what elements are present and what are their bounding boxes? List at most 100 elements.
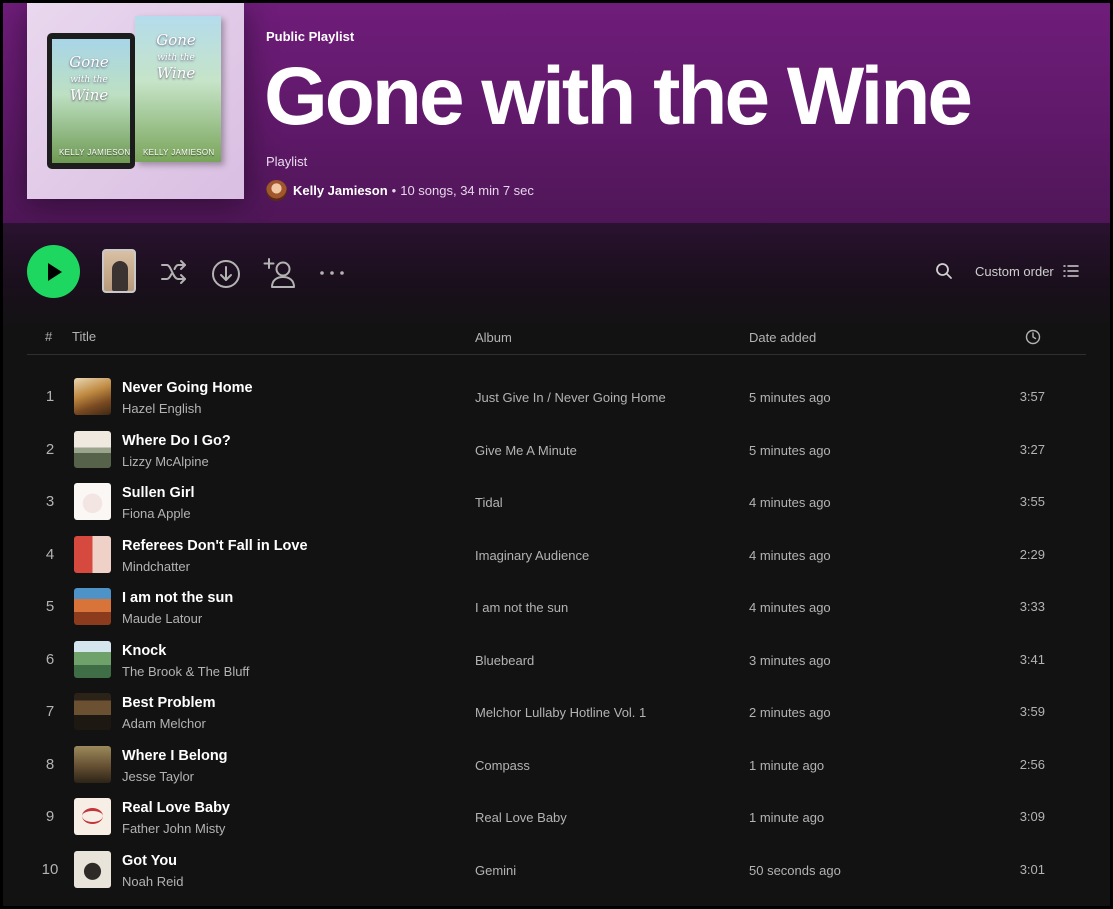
track-title-link[interactable]: Sullen Girl bbox=[122, 485, 195, 501]
download-button[interactable] bbox=[211, 259, 241, 289]
track-artist-link[interactable]: Hazel English bbox=[122, 401, 202, 416]
column-header-number: # bbox=[45, 329, 53, 344]
play-icon bbox=[48, 263, 62, 281]
track-artist-link[interactable]: Father John Misty bbox=[122, 821, 225, 836]
playlist-header: Gone with the Wine Gone with the Wine KE… bbox=[3, 3, 1110, 223]
track-album-link[interactable]: Compass bbox=[475, 758, 530, 773]
track-duration: 3:09 bbox=[1019, 809, 1045, 824]
track-date-added: 4 minutes ago bbox=[749, 547, 831, 563]
cover-title-text: Gone with the Wine bbox=[69, 53, 109, 104]
track-row[interactable]: 6 Knock The Brook & The Bluff Bluebeard 3 mi… bbox=[27, 634, 1086, 687]
track-number: 5 bbox=[45, 598, 55, 615]
track-row[interactable]: 9 Real Love Baby Father John Misty Real Lov… bbox=[27, 791, 1086, 844]
track-artist-link[interactable]: Lizzy McAlpine bbox=[122, 454, 209, 469]
album-art-thumbnail bbox=[74, 693, 111, 730]
album-art-thumbnail bbox=[74, 378, 111, 415]
column-header-title[interactable]: Title bbox=[72, 329, 96, 344]
playlist-title[interactable]: Gone with the Wine bbox=[264, 49, 973, 145]
track-date-added: 1 minute ago bbox=[749, 810, 825, 825]
track-duration: 2:56 bbox=[1019, 756, 1045, 772]
track-number: 4 bbox=[45, 545, 55, 563]
action-bar: Custom order bbox=[3, 223, 1110, 323]
track-duration: 3:55 bbox=[1019, 494, 1045, 509]
track-title-link[interactable]: Knock bbox=[122, 643, 166, 659]
track-album-link[interactable]: Melchor Lullaby Hotline Vol. 1 bbox=[475, 705, 646, 720]
track-artist-link[interactable]: Noah Reid bbox=[122, 874, 183, 889]
track-duration: 2:29 bbox=[1019, 546, 1045, 562]
column-header-date-added[interactable]: Date added bbox=[749, 330, 816, 345]
track-row[interactable]: 2 Where Do I Go? Lizzy McAlpine Give Me A M… bbox=[27, 424, 1086, 477]
track-row[interactable]: 8 Where I Belong Jesse Taylor Compass 1 minu… bbox=[27, 739, 1086, 792]
playlist-stats: 10 songs, 34 min 7 sec bbox=[400, 182, 534, 198]
album-art-thumbnail bbox=[74, 535, 111, 573]
track-artist-link[interactable]: Jesse Taylor bbox=[122, 769, 194, 784]
album-art-thumbnail bbox=[74, 850, 111, 888]
track-title-link[interactable]: Best Problem bbox=[122, 695, 215, 711]
track-album-link[interactable]: Gemini bbox=[475, 863, 516, 878]
more-icon bbox=[320, 271, 344, 275]
track-album-link[interactable]: Real Love Baby bbox=[475, 810, 567, 825]
track-artist-link[interactable]: Fiona Apple bbox=[122, 506, 191, 521]
album-art-thumbnail bbox=[74, 483, 111, 520]
clock-icon bbox=[1025, 329, 1041, 345]
download-icon bbox=[212, 260, 240, 288]
track-number: 6 bbox=[45, 650, 55, 668]
sort-order-button[interactable]: Custom order bbox=[975, 261, 1079, 281]
track-duration: 3:59 bbox=[1019, 704, 1045, 719]
track-number: 3 bbox=[45, 493, 55, 510]
play-button[interactable] bbox=[27, 245, 80, 298]
track-artist-link[interactable]: Adam Melchor bbox=[122, 716, 206, 731]
track-row[interactable]: 4 Referees Don't Fall in Love Mindchatter I… bbox=[27, 529, 1086, 582]
track-album-link[interactable]: Imaginary Audience bbox=[475, 548, 589, 563]
invite-collaborator-button[interactable] bbox=[263, 257, 297, 289]
track-duration: 3:27 bbox=[1019, 441, 1045, 457]
track-artist-link[interactable]: Maude Latour bbox=[122, 611, 202, 626]
track-date-added: 4 minutes ago bbox=[749, 495, 831, 510]
search-icon bbox=[936, 263, 952, 279]
preview-cover-figure bbox=[112, 261, 128, 291]
track-title-link[interactable]: I am not the sun bbox=[122, 590, 233, 606]
shuffle-button[interactable] bbox=[159, 259, 189, 285]
search-in-playlist-button[interactable] bbox=[935, 262, 953, 280]
more-options-button[interactable] bbox=[319, 270, 345, 276]
track-date-added: 4 minutes ago bbox=[749, 600, 831, 615]
playlist-type-label: Playlist bbox=[266, 154, 308, 169]
track-date-added: 2 minutes ago bbox=[749, 705, 831, 720]
track-date-added: 5 minutes ago bbox=[749, 442, 831, 458]
album-art-thumbnail bbox=[74, 640, 111, 678]
track-list: 1 Never Going Home Hazel English Just Give … bbox=[27, 371, 1086, 896]
track-title-link[interactable]: Where Do I Go? bbox=[122, 433, 231, 449]
track-title-link[interactable]: Real Love Baby bbox=[122, 800, 230, 816]
track-title-link[interactable]: Where I Belong bbox=[122, 748, 228, 764]
column-header-album[interactable]: Album bbox=[475, 330, 512, 345]
track-duration: 3:01 bbox=[1019, 861, 1045, 877]
track-album-link[interactable]: Tidal bbox=[475, 495, 503, 510]
track-row[interactable]: 1 Never Going Home Hazel English Just Give … bbox=[27, 371, 1086, 424]
playlist-page: Gone with the Wine Gone with the Wine KE… bbox=[3, 3, 1110, 906]
track-number: 7 bbox=[45, 703, 55, 720]
track-row[interactable]: 10 Got You Noah Reid Gemini 50 seconds ago 3:… bbox=[27, 844, 1086, 897]
column-header-duration[interactable] bbox=[1025, 329, 1041, 348]
playlist-cover[interactable]: Gone with the Wine Gone with the Wine KE… bbox=[27, 3, 244, 199]
preview-cover-button[interactable] bbox=[102, 249, 136, 293]
track-row[interactable]: 5 I am not the sun Maude Latour I am not th… bbox=[27, 581, 1086, 634]
track-album-link[interactable]: Just Give In / Never Going Home bbox=[475, 390, 666, 405]
track-row[interactable]: 7 Best Problem Adam Melchor Melchor Lullaby… bbox=[27, 686, 1086, 739]
track-title-link[interactable]: Referees Don't Fall in Love bbox=[122, 538, 308, 554]
owner-name-link[interactable]: Kelly Jamieson bbox=[293, 183, 388, 198]
track-album-link[interactable]: Give Me A Minute bbox=[475, 443, 577, 458]
track-title-link[interactable]: Got You bbox=[122, 853, 177, 869]
track-table-header: # Title Album Date added bbox=[27, 323, 1086, 355]
track-title-link[interactable]: Never Going Home bbox=[122, 380, 253, 396]
track-date-added: 5 minutes ago bbox=[749, 390, 831, 405]
track-row[interactable]: 3 Sullen Girl Fiona Apple Tidal 4 minutes ag… bbox=[27, 476, 1086, 529]
track-number: 8 bbox=[45, 755, 55, 773]
track-artist-link[interactable]: Mindchatter bbox=[122, 559, 190, 574]
track-album-link[interactable]: Bluebeard bbox=[475, 653, 534, 668]
list-icon bbox=[1063, 265, 1079, 277]
track-date-added: 1 minute ago bbox=[749, 757, 825, 773]
track-artist-link[interactable]: The Brook & The Bluff bbox=[122, 664, 249, 679]
add-user-icon bbox=[263, 258, 295, 288]
owner-avatar[interactable] bbox=[266, 179, 287, 201]
track-album-link[interactable]: I am not the sun bbox=[475, 600, 568, 615]
